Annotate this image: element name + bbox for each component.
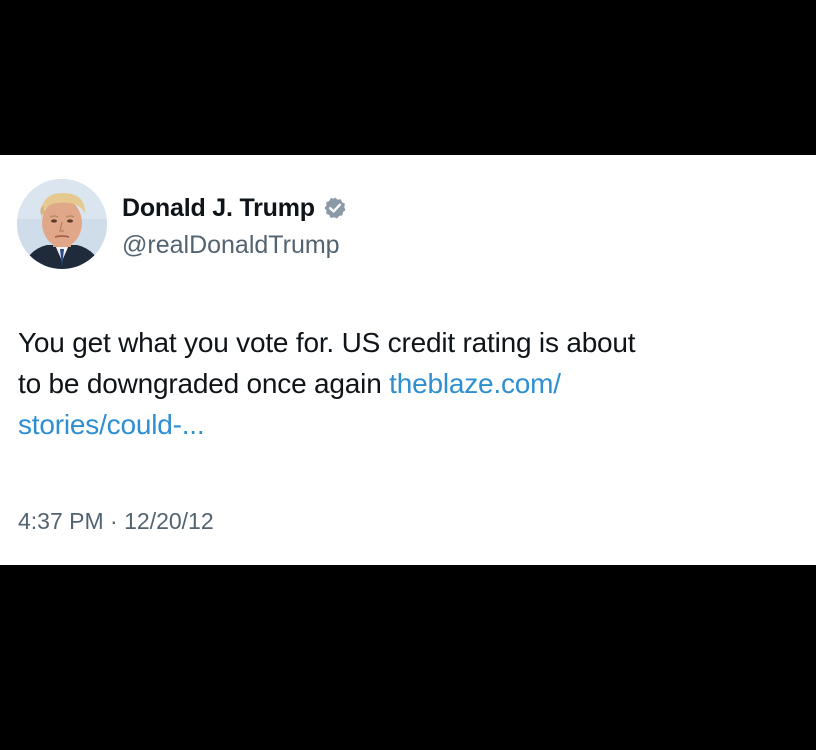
user-handle[interactable]: @realDonaldTrump xyxy=(122,231,340,260)
tweet-card: Donald J. Trump @realDonaldTrump You get… xyxy=(0,155,816,565)
tweet-text: You get what you vote for. US credit rat… xyxy=(18,322,803,445)
screenshot-frame: Donald J. Trump @realDonaldTrump You get… xyxy=(0,0,816,750)
timestamp-separator: · xyxy=(103,508,125,534)
avatar-portrait-icon xyxy=(17,179,107,269)
verified-badge-icon xyxy=(323,196,347,220)
author-name-row: Donald J. Trump xyxy=(122,190,347,226)
tweet-link-part-1[interactable]: theblaze.com/ xyxy=(389,368,561,399)
tweet-text-line-2: to be downgraded once again theblaze.com… xyxy=(18,363,803,404)
tweet-text-line-2-plain: to be downgraded once again xyxy=(18,368,390,399)
display-name[interactable]: Donald J. Trump xyxy=(122,194,315,223)
tweet-text-line-3: stories/could-... xyxy=(18,404,803,445)
avatar[interactable] xyxy=(17,179,107,269)
tweet-link-part-2[interactable]: stories/could-... xyxy=(18,409,205,440)
tweet-text-line-1: You get what you vote for. US credit rat… xyxy=(18,327,636,358)
tweet-timestamp[interactable]: 4:37 PM · 12/20/12 xyxy=(18,508,214,535)
timestamp-date: 12/20/12 xyxy=(124,508,214,534)
timestamp-time: 4:37 PM xyxy=(18,508,104,534)
